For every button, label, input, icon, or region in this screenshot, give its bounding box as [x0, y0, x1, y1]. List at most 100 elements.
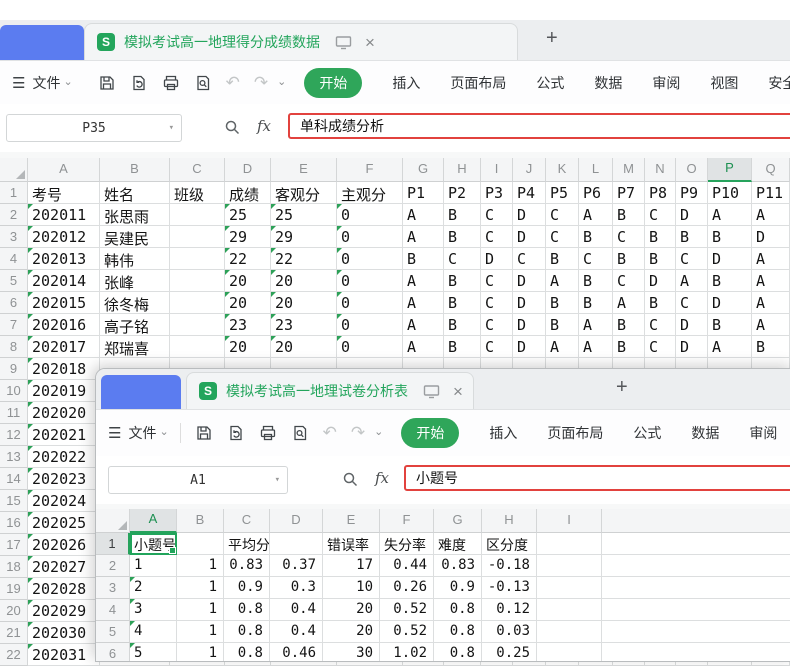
ribbon-tab-公式[interactable]: 公式: [633, 423, 661, 443]
cell[interactable]: 客观分: [271, 182, 337, 204]
cell[interactable]: 17: [323, 555, 380, 577]
cell[interactable]: 0.46: [270, 643, 323, 662]
row-header-12[interactable]: 12: [0, 424, 28, 446]
cell[interactable]: A: [403, 204, 444, 226]
ribbon-tab-start[interactable]: 开始: [304, 68, 362, 98]
col-header-M[interactable]: M: [613, 158, 645, 182]
cell[interactable]: 202027: [28, 556, 100, 578]
cell[interactable]: C: [481, 314, 513, 336]
cell[interactable]: B: [645, 248, 676, 270]
cell[interactable]: 202029: [28, 600, 100, 622]
cell[interactable]: 202016: [28, 314, 100, 336]
search-icon[interactable]: [342, 471, 359, 488]
cell[interactable]: 0.12: [482, 599, 537, 621]
cell[interactable]: 0.83: [224, 555, 270, 577]
redo-icon[interactable]: ↷: [254, 73, 268, 93]
row-header-21[interactable]: 21: [0, 622, 28, 644]
cell[interactable]: C: [613, 270, 645, 292]
cell[interactable]: A: [546, 336, 579, 358]
row-header-7[interactable]: 7: [0, 314, 28, 336]
cell[interactable]: C: [579, 248, 613, 270]
cell[interactable]: D: [708, 248, 752, 270]
cell[interactable]: 23: [225, 314, 271, 336]
cell[interactable]: C: [645, 336, 676, 358]
cell[interactable]: A: [579, 314, 613, 336]
cell[interactable]: B: [645, 292, 676, 314]
row-header-10[interactable]: 10: [0, 380, 28, 402]
cell[interactable]: 0.44: [380, 555, 434, 577]
cell[interactable]: C: [481, 226, 513, 248]
cell[interactable]: 0.8: [434, 643, 482, 662]
row-header-13[interactable]: 13: [0, 446, 28, 468]
cell[interactable]: A: [403, 270, 444, 292]
cell[interactable]: 0.26: [380, 577, 434, 599]
cell[interactable]: 1: [177, 621, 224, 643]
cell[interactable]: 0: [337, 226, 403, 248]
cell[interactable]: 平均分: [224, 533, 270, 555]
cell[interactable]: 区分度: [482, 533, 537, 555]
ribbon-tab-数据[interactable]: 数据: [594, 73, 622, 93]
cell[interactable]: A: [403, 292, 444, 314]
cell[interactable]: 0: [337, 204, 403, 226]
cell[interactable]: 1: [177, 643, 224, 662]
cell[interactable]: P2: [444, 182, 481, 204]
row-header-6[interactable]: 6: [96, 643, 130, 662]
col-header-D[interactable]: D: [270, 509, 323, 533]
cell[interactable]: A: [708, 336, 752, 358]
cell[interactable]: 0.4: [270, 599, 323, 621]
cell[interactable]: 25: [271, 204, 337, 226]
cell[interactable]: D: [708, 292, 752, 314]
cell[interactable]: B: [579, 226, 613, 248]
monitor-icon[interactable]: [335, 35, 352, 50]
ribbon-tab-页面布局[interactable]: 页面布局: [450, 73, 506, 93]
namebox-caret-icon[interactable]: ▾: [169, 123, 174, 133]
row-header-17[interactable]: 17: [0, 534, 28, 556]
export-icon[interactable]: [130, 74, 148, 92]
cell[interactable]: [170, 226, 225, 248]
col-header-E[interactable]: E: [271, 158, 337, 182]
cell[interactable]: 0.52: [380, 599, 434, 621]
cell[interactable]: 张思雨: [100, 204, 170, 226]
cell[interactable]: D: [676, 314, 708, 336]
cell[interactable]: P6: [579, 182, 613, 204]
cell[interactable]: [270, 533, 323, 555]
cell[interactable]: D: [676, 336, 708, 358]
cell[interactable]: [602, 555, 790, 577]
row-header-1[interactable]: 1: [96, 533, 130, 555]
cell[interactable]: [170, 248, 225, 270]
cell[interactable]: P4: [513, 182, 546, 204]
ribbon-tab-公式[interactable]: 公式: [536, 73, 564, 93]
row-header-5[interactable]: 5: [0, 270, 28, 292]
toolbar-more-icon[interactable]: ⌄: [374, 430, 383, 436]
row-header-2[interactable]: 2: [96, 555, 130, 577]
col-header-A[interactable]: A: [130, 509, 177, 533]
cell[interactable]: A: [546, 270, 579, 292]
cell[interactable]: 23: [271, 314, 337, 336]
row-header-5[interactable]: 5: [96, 621, 130, 643]
cell[interactable]: [170, 314, 225, 336]
ribbon-tab-审阅[interactable]: 审阅: [652, 73, 680, 93]
cell[interactable]: 202021: [28, 424, 100, 446]
cell[interactable]: 班级: [170, 182, 225, 204]
cell[interactable]: 0.9: [224, 577, 270, 599]
cell[interactable]: B: [444, 292, 481, 314]
cell[interactable]: 202024: [28, 490, 100, 512]
cell[interactable]: 202026: [28, 534, 100, 556]
cell[interactable]: 202013: [28, 248, 100, 270]
col-header-C[interactable]: C: [170, 158, 225, 182]
row-header-4[interactable]: 4: [0, 248, 28, 270]
cell[interactable]: 小题号: [130, 533, 177, 555]
cell[interactable]: [602, 577, 790, 599]
cell[interactable]: D: [513, 226, 546, 248]
row-header-3[interactable]: 3: [96, 577, 130, 599]
cell[interactable]: 0.9: [434, 577, 482, 599]
cell[interactable]: B: [403, 248, 444, 270]
cell[interactable]: 20: [225, 292, 271, 314]
cell[interactable]: C: [645, 314, 676, 336]
cell[interactable]: 202018: [28, 358, 100, 380]
close-tab-icon[interactable]: ×: [365, 34, 375, 51]
cell[interactable]: C: [676, 292, 708, 314]
row-header-15[interactable]: 15: [0, 490, 28, 512]
row-header-14[interactable]: 14: [0, 468, 28, 490]
cell[interactable]: 主观分: [337, 182, 403, 204]
